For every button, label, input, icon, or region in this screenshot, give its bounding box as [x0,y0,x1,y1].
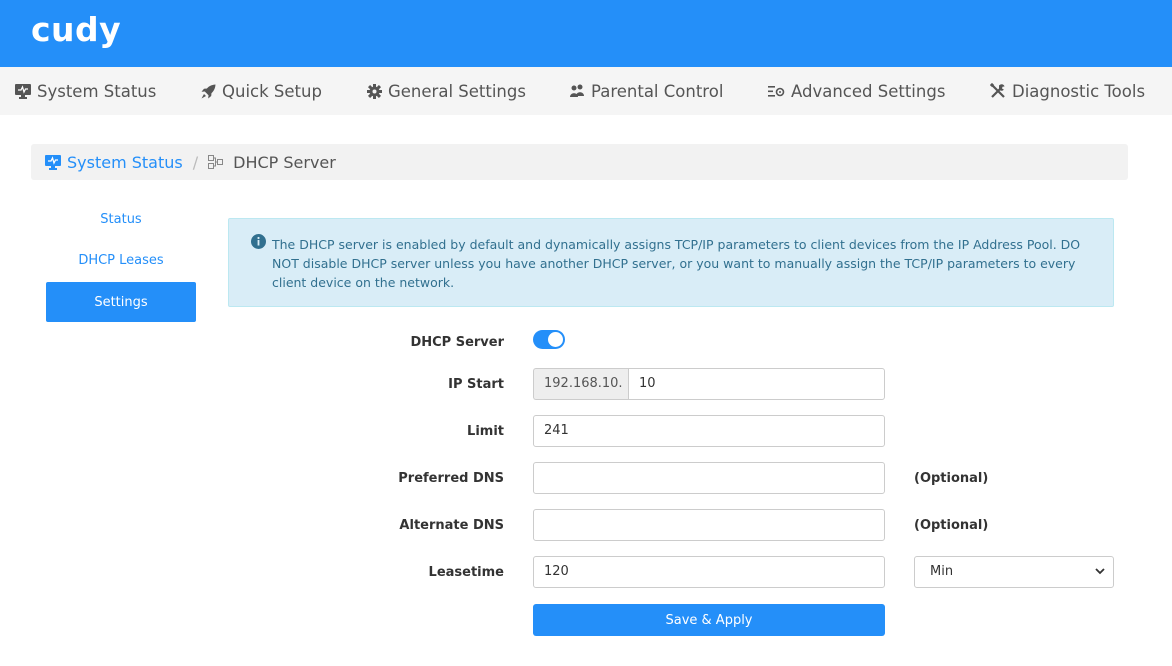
sidebar-item-label: DHCP Leases [78,252,164,268]
sidebar-item-label: Settings [94,294,148,310]
main-nav: System Status Quick Setup General Settin… [0,67,1172,115]
breadcrumb-home-label: System Status [67,152,183,172]
toggle-knob [548,332,563,347]
nav-system-status[interactable]: System Status [15,67,156,115]
cudy-logo[interactable]: cudy [31,10,121,49]
monitor-icon [15,83,31,99]
breadcrumb-home[interactable]: System Status [45,153,183,172]
ip-start-label: IP Start [448,377,504,392]
breadcrumb-current: DHCP Server [208,153,336,172]
alternate-dns-input[interactable] [533,509,885,541]
sidebar-item-status[interactable]: Status [46,199,196,239]
preferred-dns-label: Preferred DNS [398,471,504,486]
sidebar-item-dhcp-leases[interactable]: DHCP Leases [46,240,196,280]
breadcrumb-separator: / [192,152,199,172]
nav-label: General Settings [388,81,526,101]
leasetime-unit-value: Min [930,564,954,579]
info-icon [251,234,266,249]
monitor-icon [45,154,61,170]
users-icon [570,84,584,97]
nav-label: Parental Control [591,81,724,101]
leasetime-input[interactable]: 120 [533,556,885,588]
breadcrumb: System Status / DHCP Server [31,144,1128,180]
preferred-dns-input[interactable] [533,462,885,494]
list-gear-icon [768,85,785,97]
chevron-down-icon [1095,568,1105,575]
dhcp-icon [208,155,224,169]
nav-label: System Status [37,81,157,101]
sidebar-item-label: Status [100,211,142,227]
alternate-dns-hint: (Optional) [914,518,989,533]
limit-input[interactable]: 241 [533,415,885,447]
leasetime-label: Leasetime [428,565,504,580]
save-apply-button[interactable]: Save & Apply [533,604,885,636]
nav-label: Quick Setup [222,81,322,101]
gear-icon [367,83,382,99]
limit-label: Limit [467,424,504,439]
nav-label: Diagnostic Tools [1012,81,1146,101]
nav-parental-control[interactable]: Parental Control [569,67,723,115]
preferred-dns-hint: (Optional) [914,471,989,486]
breadcrumb-current-label: DHCP Server [233,152,336,172]
dhcp-server-toggle[interactable] [533,330,565,349]
nav-diagnostic-tools[interactable]: Diagnostic Tools [990,67,1145,115]
ip-prefix: 192.168.10. [533,368,629,400]
info-alert: The DHCP server is enabled by default an… [228,218,1114,307]
nav-advanced-settings[interactable]: Advanced Settings [768,67,945,115]
nav-quick-setup[interactable]: Quick Setup [201,67,322,115]
top-header: cudy [0,0,1172,67]
alternate-dns-label: Alternate DNS [399,518,504,533]
ip-start-input[interactable]: 10 [628,368,885,400]
sidebar-item-settings[interactable]: Settings [46,282,196,322]
dhcp-server-label: DHCP Server [410,335,504,350]
tools-icon [990,83,1005,98]
leasetime-unit-select[interactable]: Min [914,556,1114,588]
rocket-icon [201,84,216,98]
nav-general-settings[interactable]: General Settings [367,67,526,115]
nav-label: Advanced Settings [791,81,946,101]
info-text: The DHCP server is enabled by default an… [272,237,1081,290]
